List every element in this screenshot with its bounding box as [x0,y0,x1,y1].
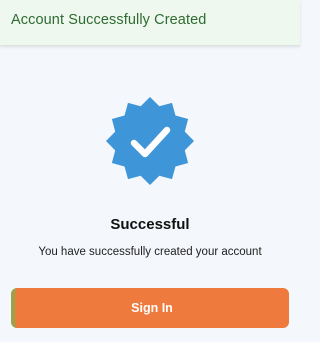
verified-check-icon [106,97,194,185]
success-title: Successful [110,216,190,233]
header-title: Account Successfully Created [11,12,207,28]
verified-badge [105,96,195,186]
success-message: You have successfully created your accou… [38,246,262,258]
success-screen: Account Successfully Created Successful … [0,0,300,342]
sign-in-button[interactable]: Sign In [11,288,289,328]
app-header: Account Successfully Created [0,0,300,46]
